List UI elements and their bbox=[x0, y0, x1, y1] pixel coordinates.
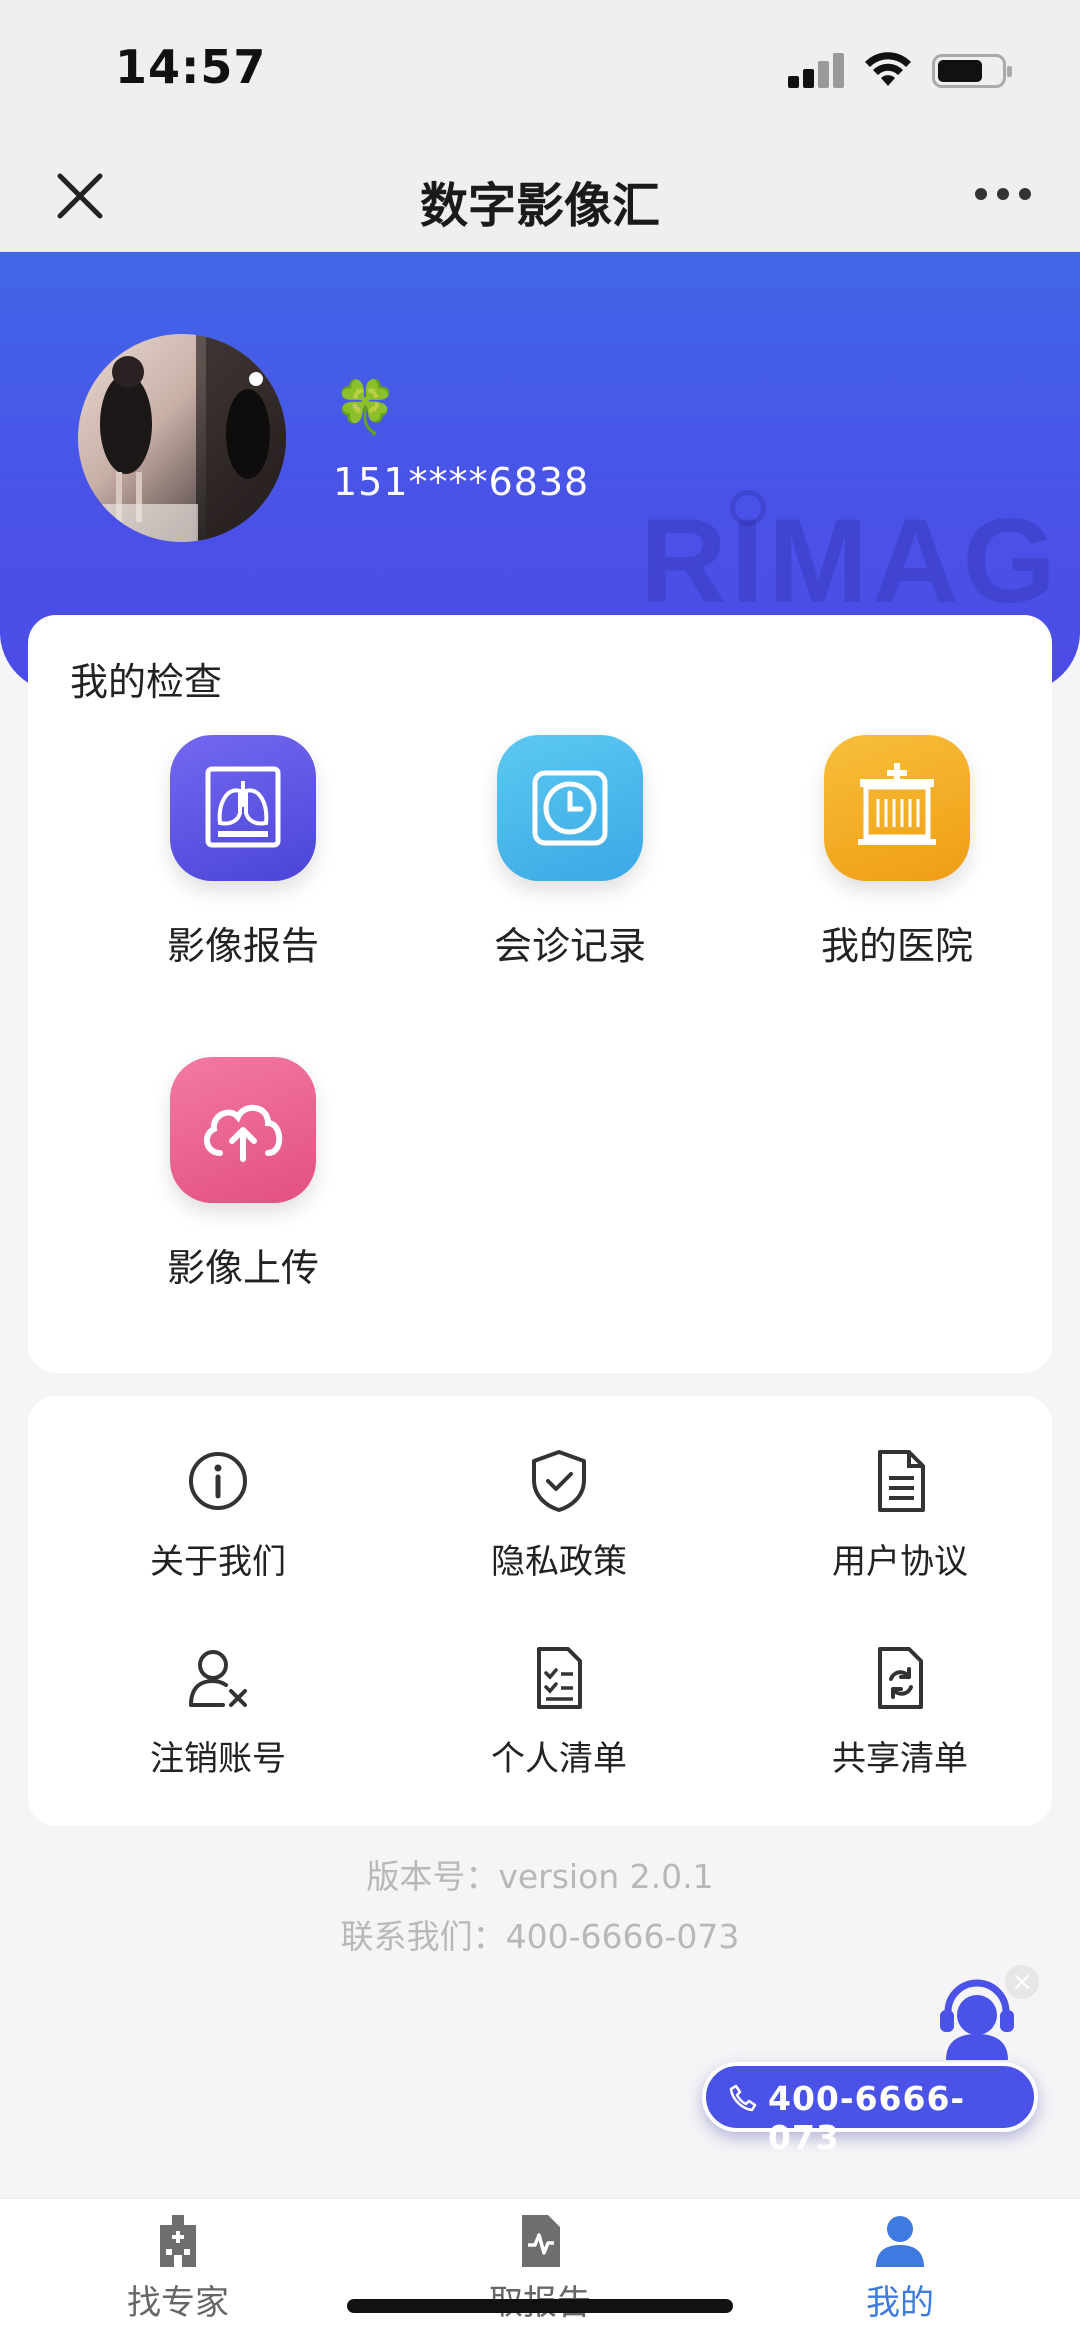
personal-list-label: 个人清单 bbox=[491, 1739, 627, 1779]
document-icon bbox=[878, 1450, 925, 1512]
privacy-policy-button[interactable]: 隐私政策 bbox=[414, 1446, 714, 1596]
consultation-records-button[interactable]: 会诊记录 bbox=[412, 735, 712, 995]
shield-check-icon bbox=[532, 1450, 586, 1512]
app-version: 版本号：version 2.0.1 bbox=[366, 1857, 714, 1896]
status-bar: 14:57 bbox=[0, 0, 1080, 140]
settings-card: 关于我们 隐私政策 用户协议 注销账号 个人清单 共享清单 bbox=[28, 1396, 1052, 1826]
image-upload-button[interactable]: 影像上传 bbox=[85, 1057, 385, 1317]
phone-icon bbox=[729, 2084, 757, 2112]
about-us-label: 关于我们 bbox=[150, 1542, 286, 1582]
user-agreement-button[interactable]: 用户协议 bbox=[755, 1446, 1055, 1596]
tab-get-report[interactable]: 取报告 bbox=[430, 2211, 650, 2331]
tab-mine-label: 我的 bbox=[866, 2283, 934, 2323]
more-icon[interactable] bbox=[975, 188, 1035, 204]
my-hospital-label: 我的医院 bbox=[820, 924, 973, 968]
user-remove-icon bbox=[189, 1650, 247, 1707]
brand-watermark: RIMAG bbox=[640, 494, 1060, 628]
status-time: 14:57 bbox=[115, 40, 267, 94]
imaging-report-button[interactable]: 影像报告 bbox=[85, 735, 385, 995]
user-icon bbox=[876, 2216, 924, 2267]
my-exams-card: 我的检查 影像报告 会诊记录 我的医院 影像上传 bbox=[28, 615, 1052, 1373]
avatar[interactable] bbox=[78, 334, 286, 542]
tab-find-expert-label: 找专家 bbox=[127, 2283, 229, 2323]
contact-info: 联系我们：400-6666-073 bbox=[340, 1917, 740, 1956]
signal-icon bbox=[788, 52, 844, 88]
info-icon bbox=[189, 1452, 247, 1510]
wifi-icon bbox=[865, 52, 911, 86]
my-hospital-button[interactable]: 我的医院 bbox=[739, 735, 1039, 995]
tab-mine[interactable]: 我的 bbox=[790, 2211, 1010, 2331]
shared-list-label: 共享清单 bbox=[832, 1739, 968, 1779]
hotline-button[interactable]: 400-6666-073 bbox=[702, 2062, 1038, 2157]
home-indicator bbox=[347, 2299, 733, 2313]
shared-list-button[interactable]: 共享清单 bbox=[755, 1643, 1055, 1793]
bottom-tab-bar: 找专家 取报告 我的 bbox=[0, 2198, 1080, 2337]
hospital-building-icon bbox=[160, 2215, 196, 2267]
imaging-report-label: 影像报告 bbox=[166, 924, 319, 968]
cloud-upload-icon bbox=[170, 1057, 316, 1203]
clover-emoji: 🍀 bbox=[333, 378, 398, 438]
image-upload-label: 影像上传 bbox=[166, 1246, 319, 1290]
hotline-number: 400-6666-073 bbox=[768, 2079, 966, 2157]
user-agreement-label: 用户协议 bbox=[832, 1542, 968, 1582]
about-us-button[interactable]: 关于我们 bbox=[73, 1446, 373, 1596]
share-document-icon bbox=[878, 1647, 923, 1709]
privacy-policy-label: 隐私政策 bbox=[491, 1542, 627, 1582]
tab-find-expert[interactable]: 找专家 bbox=[68, 2211, 288, 2331]
battery-icon bbox=[932, 54, 1012, 88]
watermark-ring-icon bbox=[730, 490, 766, 526]
delete-account-label: 注销账号 bbox=[150, 1739, 286, 1779]
clock-icon bbox=[497, 735, 643, 881]
lung-xray-icon bbox=[170, 735, 316, 881]
consultation-records-label: 会诊记录 bbox=[493, 924, 646, 968]
nav-bar: 数字影像汇 bbox=[0, 140, 1080, 252]
page-title: 数字影像汇 bbox=[419, 178, 660, 234]
checklist-icon bbox=[537, 1647, 582, 1709]
user-phone: 151****6838 bbox=[333, 460, 590, 504]
app-screen: 14:57 数字影像汇 RIMAG 🍀 151****6838 我的检查 影像报… bbox=[0, 0, 1080, 2337]
close-float-icon[interactable]: × bbox=[1005, 1965, 1039, 1999]
delete-account-button[interactable]: 注销账号 bbox=[73, 1643, 373, 1793]
hospital-icon bbox=[824, 735, 970, 881]
personal-list-button[interactable]: 个人清单 bbox=[414, 1643, 714, 1793]
report-icon bbox=[522, 2215, 560, 2267]
my-exams-title: 我的检查 bbox=[70, 660, 223, 704]
